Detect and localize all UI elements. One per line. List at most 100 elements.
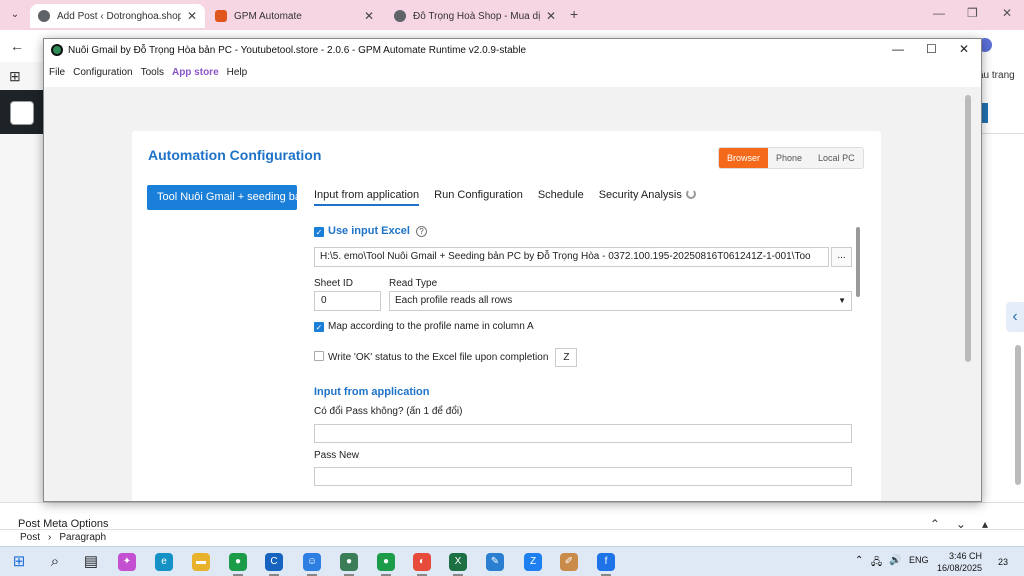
app-circle-icon[interactable]: f xyxy=(597,553,615,571)
chevron-left-icon[interactable]: ‹ xyxy=(1006,302,1024,332)
tab-security-analysis[interactable]: Security Analysis xyxy=(599,189,696,206)
panel-scrollbar[interactable] xyxy=(856,227,860,297)
gpm-icon xyxy=(215,10,227,22)
language-indicator[interactable]: ENG xyxy=(909,555,929,565)
volume-icon[interactable]: 🔊 xyxy=(889,555,901,566)
caret-down-icon: ▼ xyxy=(838,296,846,305)
app-body: Automation Configuration Browser Phone L… xyxy=(44,87,981,501)
sheet-id-input[interactable]: 0 xyxy=(314,291,381,311)
tab-title: GPM Automate xyxy=(234,10,302,22)
read-type-value: Each profile reads all rows xyxy=(395,295,513,306)
write-ok-row: Write 'OK' status to the Excel file upon… xyxy=(314,348,578,367)
excel-icon[interactable]: X xyxy=(449,553,467,571)
tool-select-button[interactable]: Tool Nuôi Gmail + seeding bả xyxy=(147,185,297,210)
search-icon[interactable]: ⌕ xyxy=(46,553,64,571)
color-app-icon[interactable]: ◐ xyxy=(413,553,431,571)
use-excel-checkbox[interactable]: ✓ xyxy=(314,227,324,237)
notification-count[interactable]: 23 xyxy=(992,554,1014,570)
tab-input-from-application[interactable]: Input from application xyxy=(314,189,420,206)
app-title-bar: Nuôi Gmail by Đỗ Trọng Hòa bản PC - Yout… xyxy=(44,39,981,61)
app-close-button[interactable]: ✕ xyxy=(959,42,969,56)
close-icon[interactable]: ✕ xyxy=(187,9,197,23)
browser-tab-add-post[interactable]: Add Post ‹ Dotronghoa.shop — ✕ xyxy=(30,4,205,28)
app-c-icon[interactable]: C xyxy=(265,553,283,571)
page-scrollbar[interactable] xyxy=(1015,345,1021,485)
chrome-2-icon[interactable]: ● xyxy=(340,553,358,571)
edge-icon[interactable]: e xyxy=(155,553,173,571)
menu-app-store[interactable]: App store xyxy=(172,67,219,78)
map-profile-checkbox[interactable]: ✓ xyxy=(314,322,324,332)
new-pass-input[interactable] xyxy=(314,467,852,486)
help-icon[interactable]: ? xyxy=(415,226,427,237)
card-title: Automation Configuration xyxy=(148,147,322,163)
tab-run-configuration[interactable]: Run Configuration xyxy=(434,189,523,206)
read-type-label: Read Type xyxy=(389,278,438,289)
mode-selector: Browser Phone Local PC xyxy=(718,147,864,169)
divider xyxy=(982,133,1024,134)
grid-icon[interactable]: ⊞ xyxy=(9,68,21,85)
browse-button[interactable]: ... xyxy=(831,247,852,267)
tab-schedule[interactable]: Schedule xyxy=(538,189,584,206)
gpm-app-window: Nuôi Gmail by Đỗ Trọng Hòa bản PC - Yout… xyxy=(43,38,982,502)
back-arrow-icon[interactable]: ← xyxy=(10,38,24,54)
menu-help[interactable]: Help xyxy=(227,67,248,78)
browser-minimize-button[interactable]: — xyxy=(933,6,945,20)
write-ok-label: Write 'OK' status to the Excel file upon… xyxy=(328,352,549,364)
copilot-icon[interactable]: ✦ xyxy=(118,553,136,571)
mode-local-pc[interactable]: Local PC xyxy=(810,148,863,168)
use-excel-row: ✓ Use input Excel? xyxy=(314,225,427,237)
globe-icon xyxy=(394,10,406,22)
read-type-select[interactable]: Each profile reads all rows ▼ xyxy=(389,291,852,311)
people-icon[interactable]: ☺ xyxy=(303,553,321,571)
app-logo-icon xyxy=(51,44,63,56)
menu-configuration[interactable]: Configuration xyxy=(73,67,132,78)
app-minimize-button[interactable]: — xyxy=(892,42,904,56)
clock-date: 16/08/2025 xyxy=(936,563,982,573)
use-excel-label: Use input Excel xyxy=(328,225,410,237)
network-icon[interactable]: 🖧 xyxy=(871,555,882,572)
task-view-icon[interactable]: ▤ xyxy=(82,553,100,571)
write-ok-checkbox[interactable] xyxy=(314,351,324,362)
file-explorer-icon[interactable]: ▬ xyxy=(192,553,210,571)
new-pass-label: Pass New xyxy=(314,450,360,461)
browser-tab-shop[interactable]: Đỗ Trọng Hoà Shop - Mua dịch ✕ xyxy=(386,4,564,28)
mode-browser[interactable]: Browser xyxy=(719,148,769,168)
app-window-title: Nuôi Gmail by Đỗ Trọng Hòa bản PC - Yout… xyxy=(68,44,527,56)
tab-search-dropdown[interactable]: ⌄ xyxy=(6,6,24,24)
app-scrollbar[interactable] xyxy=(965,95,971,362)
chrome-3-icon[interactable]: ● xyxy=(377,553,395,571)
excel-path-input[interactable]: H:\5. emo\Tool Nuôi Gmail + Seeding bản … xyxy=(314,247,829,267)
menu-tools[interactable]: Tools xyxy=(141,67,164,78)
tab-security-analysis-label: Security Analysis xyxy=(598,189,682,201)
new-tab-button[interactable]: + xyxy=(570,6,578,22)
windows-start-icon[interactable]: ⊞ xyxy=(10,553,28,571)
browser-maximize-button[interactable]: ❐ xyxy=(967,6,978,20)
browser-close-button[interactable]: ✕ xyxy=(1002,6,1012,20)
browser-tab-gpm-automate[interactable]: GPM Automate ✕ xyxy=(207,4,382,28)
mode-phone[interactable]: Phone xyxy=(768,148,811,168)
write-ok-column-input[interactable]: Z xyxy=(555,348,578,367)
zalo-icon[interactable]: Z xyxy=(524,553,542,571)
clock-time: 3:46 CH xyxy=(948,551,982,561)
close-icon[interactable]: ✕ xyxy=(546,9,556,23)
sheet-id-label: Sheet ID xyxy=(314,278,353,289)
chevron-up-icon[interactable]: ⌃ xyxy=(855,555,863,566)
loading-spinner-icon xyxy=(685,189,696,199)
change-pass-input[interactable] xyxy=(314,424,852,443)
site-logo[interactable] xyxy=(10,101,34,125)
close-icon[interactable]: ✕ xyxy=(364,9,374,23)
windows-taskbar: ⊞ ⌕ ▤ ✦ e ▬ ● C ☺ ● ● ◐ X ✎ Z ✐ f ⌃ 🖧 🔊 ENG 3:46 CH 16/0… xyxy=(0,546,1024,576)
tab-title: Đỗ Trọng Hoà Shop - Mua dịch xyxy=(413,10,540,22)
clock[interactable]: 3:46 CH 16/08/2025 xyxy=(934,550,982,574)
app-maximize-button[interactable]: ☐ xyxy=(926,42,937,56)
section-title: Input from application xyxy=(314,386,430,398)
app-paint-icon[interactable]: ✐ xyxy=(560,553,578,571)
app-blue-icon[interactable]: ✎ xyxy=(486,553,504,571)
chrome-1-icon[interactable]: ● xyxy=(229,553,247,571)
breadcrumb-paragraph[interactable]: Paragraph xyxy=(59,532,106,543)
menu-file[interactable]: File xyxy=(49,67,65,78)
breadcrumb-post[interactable]: Post xyxy=(20,532,40,543)
tab-title: Add Post ‹ Dotronghoa.shop — xyxy=(57,10,181,22)
globe-icon xyxy=(38,10,50,22)
editor-breadcrumb: Post › Paragraph xyxy=(0,529,1024,546)
